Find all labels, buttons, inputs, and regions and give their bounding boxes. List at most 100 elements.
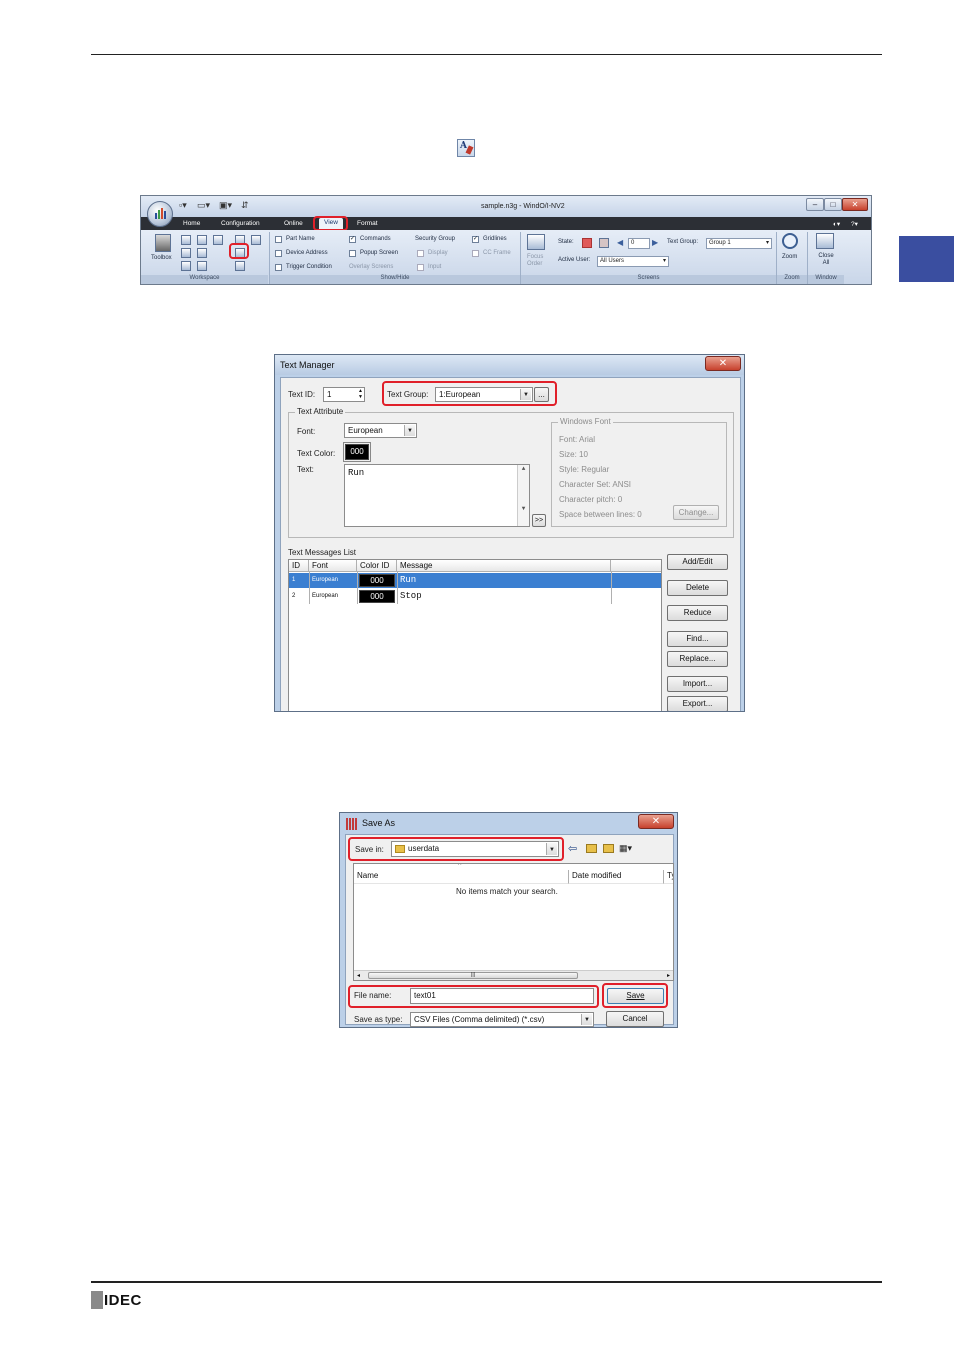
add-edit-button[interactable]: Add/Edit [667, 554, 728, 570]
col-name[interactable]: Name [354, 870, 569, 884]
app-logo-icon[interactable] [147, 201, 173, 227]
text-manager-icon [457, 139, 475, 157]
text-color-button[interactable]: 000 [343, 442, 371, 462]
state-value-field[interactable]: 0 [628, 238, 650, 249]
delete-button[interactable]: Delete [667, 580, 728, 596]
quick-access-new-icon[interactable]: ▫▾ [179, 200, 187, 212]
wf-spacing: Space between lines: 0 [559, 510, 642, 519]
zoom-icon[interactable] [782, 233, 798, 249]
text-group-value: 1:European [439, 390, 481, 399]
import-button[interactable]: Import... [667, 676, 728, 692]
tab-format[interactable]: Format [357, 220, 378, 227]
spin-icon[interactable]: ▲ ▼ [358, 388, 363, 400]
ws-icon-6[interactable] [181, 248, 191, 258]
expand-text-button[interactable]: >> [532, 514, 546, 527]
state-off-icon[interactable] [599, 238, 609, 248]
state-next-icon[interactable]: ▶ [652, 238, 658, 247]
state-on-icon[interactable] [582, 238, 592, 248]
quick-access-save-icon[interactable]: ▣▾ [219, 200, 232, 212]
col-date-modified[interactable]: Date modified [569, 870, 664, 884]
text-group-dropdown[interactable]: 1:European ▼ [435, 387, 533, 402]
active-user-dropdown[interactable]: All Users ▾ [597, 256, 669, 267]
export-button[interactable]: Export... [667, 696, 728, 711]
ws-icon-1[interactable] [181, 235, 191, 245]
up-folder-icon[interactable] [586, 844, 597, 853]
col-id[interactable]: ID [289, 560, 309, 572]
new-folder-icon[interactable] [603, 844, 614, 853]
gridlines-checkbox[interactable]: ✓ [472, 236, 479, 243]
text-manager-close-button[interactable]: ✕ [705, 356, 741, 371]
tab-home[interactable]: Home [183, 220, 200, 227]
commands-checkbox[interactable]: ✓ [349, 236, 356, 243]
ws-icon-10[interactable] [197, 261, 207, 271]
quick-access-customize-icon[interactable]: ⇵ [241, 200, 249, 212]
save-as-close-button[interactable]: ✕ [638, 814, 674, 829]
popup-screen-checkbox[interactable] [349, 250, 356, 257]
cancel-button[interactable]: Cancel [606, 1011, 664, 1027]
popup-screen-label: Popup Screen [360, 250, 399, 256]
ws-icon-5[interactable] [251, 235, 261, 245]
table-row-1[interactable]: 1 European 000 Run [289, 573, 661, 588]
zoom-label[interactable]: Zoom [782, 254, 797, 260]
font-dropdown[interactable]: European ▼ [344, 423, 417, 438]
state-label: State: [558, 239, 574, 245]
file-name-input[interactable]: text01 [410, 988, 594, 1004]
quick-access-open-icon[interactable]: ▭▾ [197, 200, 210, 212]
state-prev-icon[interactable]: ◀ [617, 238, 623, 247]
col-type[interactable]: Ty [664, 870, 673, 884]
save-in-dropdown[interactable]: userdata ▼ [391, 841, 559, 857]
font-value: European [348, 426, 383, 435]
find-button[interactable]: Find... [667, 631, 728, 647]
col-message[interactable]: Message [397, 560, 611, 572]
trigger-condition-checkbox[interactable] [275, 264, 282, 271]
col-color-id[interactable]: Color ID [357, 560, 397, 572]
scrollbar-thumb[interactable]: ||| [368, 972, 578, 979]
ribbon-window-title: sample.n3g - WindO/I-NV2 [481, 203, 565, 210]
maximize-button[interactable]: □ [824, 198, 842, 211]
help-icon[interactable]: ?▾ [851, 220, 858, 228]
text-scrollbar[interactable]: ▲ ▼ [517, 465, 529, 526]
save-as-title: Save As [362, 818, 396, 828]
ws-icon-7[interactable] [197, 248, 207, 258]
part-name-checkbox[interactable] [275, 236, 282, 243]
group-window-label: Window [808, 275, 844, 284]
back-icon[interactable]: ⇦ [568, 842, 577, 855]
save-button[interactable]: Save [607, 988, 664, 1004]
replace-button[interactable]: Replace... [667, 651, 728, 667]
device-address-checkbox[interactable] [275, 250, 282, 257]
column-divider [397, 572, 398, 604]
focus-order-icon[interactable] [527, 234, 545, 250]
view-menu-icon[interactable]: ▦▾ [619, 843, 632, 854]
save-type-dropdown[interactable]: CSV Files (Comma delimited) (*.csv) ▼ [410, 1012, 594, 1027]
file-list[interactable]: ^ Name Date modified Ty No items match y… [353, 863, 674, 981]
ws-icon-2[interactable] [197, 235, 207, 245]
text-group-dropdown[interactable]: Group 1 ▾ [706, 238, 772, 249]
ws-icon-3[interactable] [213, 235, 223, 245]
close-all-icon[interactable] [816, 233, 834, 249]
ribbon-palette-icon[interactable]: ◐▾ [833, 220, 840, 228]
close-all-label[interactable]: Close All [816, 253, 836, 267]
close-window-button[interactable]: ✕ [842, 198, 868, 211]
horizontal-scrollbar[interactable]: ◂ ||| ▸ [354, 970, 673, 980]
minimize-button[interactable]: – [806, 198, 824, 211]
group-zoom-label: Zoom [777, 275, 807, 284]
part-name-label: Part Name [286, 236, 315, 242]
text-input[interactable]: Run ▲ ▼ [344, 464, 530, 527]
ws-icon-9[interactable] [181, 261, 191, 271]
group-workspace-label: Workspace [141, 275, 268, 284]
tab-configuration[interactable]: Configuration [221, 220, 260, 227]
toolbox-label[interactable]: Toolbox [151, 255, 172, 261]
toolbox-icon[interactable] [155, 234, 171, 252]
tab-online[interactable]: Online [284, 220, 303, 227]
chevron-down-icon: ▼ [520, 389, 531, 400]
text-group-browse-button[interactable]: ... [534, 387, 549, 402]
reduce-button[interactable]: Reduce [667, 605, 728, 621]
scroll-right-icon[interactable]: ▸ [667, 972, 670, 979]
row-2-message: Stop [400, 591, 422, 601]
text-id-field[interactable]: 1 ▲ ▼ [323, 387, 365, 402]
ws-icon-11[interactable] [235, 261, 245, 271]
scroll-left-icon[interactable]: ◂ [357, 972, 360, 979]
display-label: Display [428, 250, 448, 256]
table-row-2[interactable]: 2 European 000 Stop [289, 589, 661, 604]
col-font[interactable]: Font [309, 560, 357, 572]
